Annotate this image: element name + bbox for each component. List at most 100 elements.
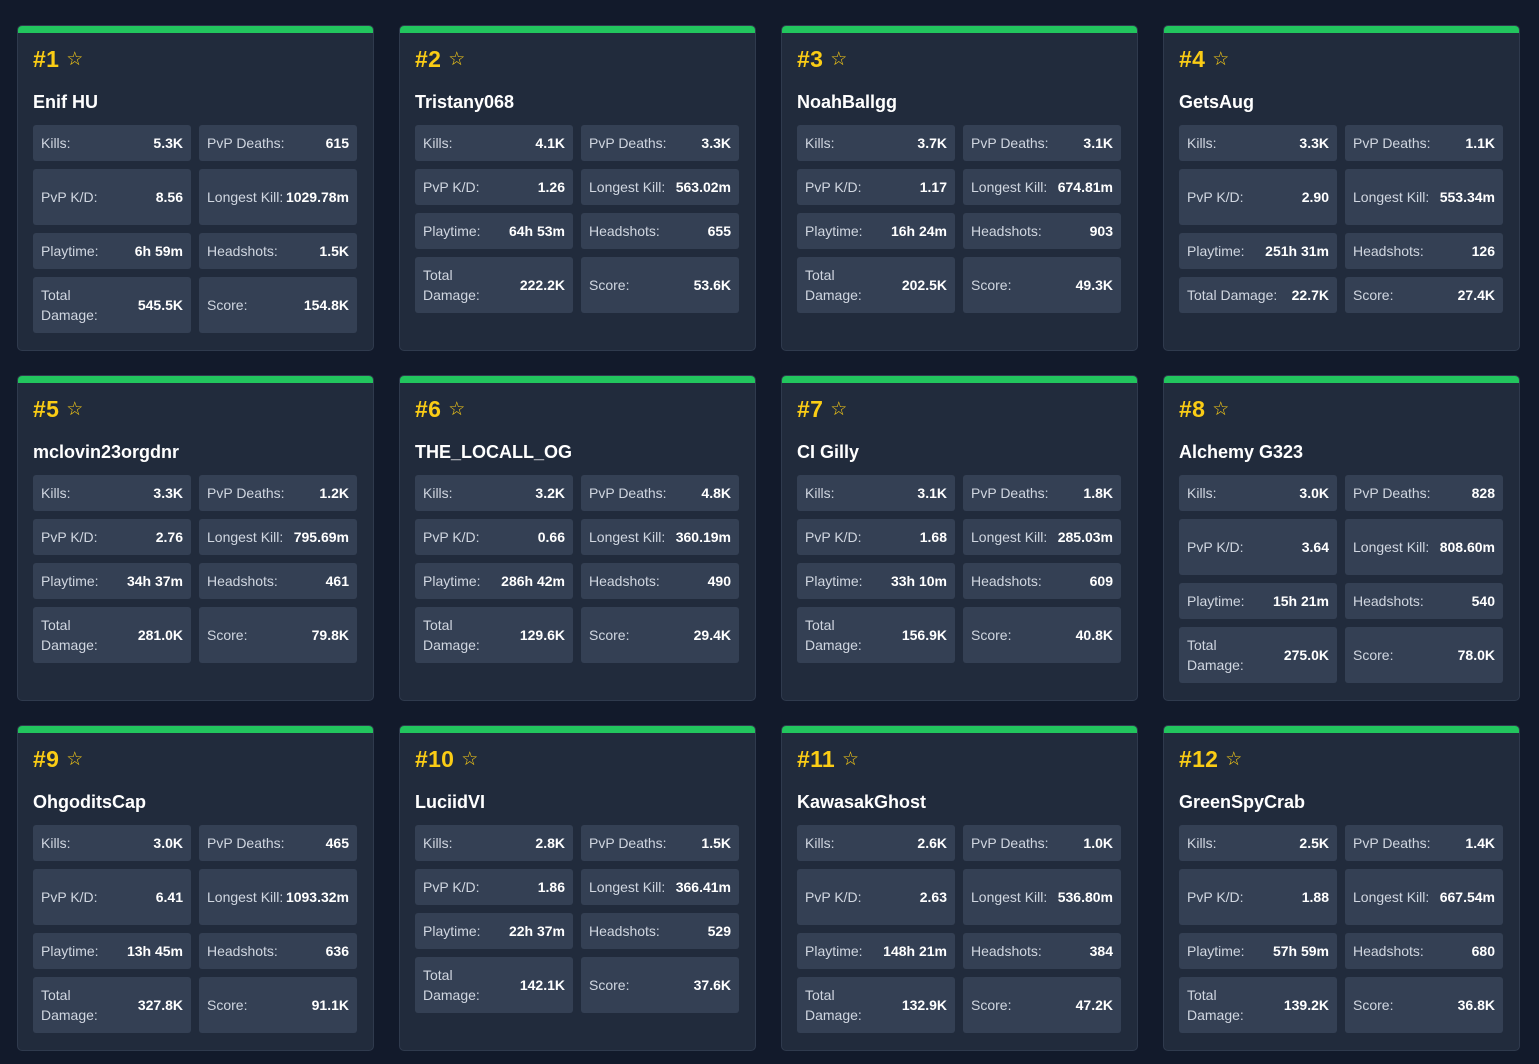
star-icon[interactable]: ☆	[1212, 50, 1229, 69]
player-card[interactable]: #6 ☆ THE_LOCALL_OG Kills: 3.2K PvP Deaths: 4.8…	[399, 375, 756, 701]
stat-value: 79.8K	[311, 627, 349, 643]
star-icon[interactable]: ☆	[1225, 750, 1242, 769]
stat-value: 47.2K	[1075, 997, 1113, 1013]
card-accent-bar	[782, 376, 1137, 383]
player-name: CI Gilly	[797, 442, 860, 462]
stat-longest-kill: Longest Kill: 674.81m	[963, 169, 1121, 205]
stat-total-damage: Total Damage: 139.2K	[1179, 977, 1337, 1033]
stat-value: 202.5K	[901, 277, 947, 293]
stat-value: 2.76	[155, 529, 183, 545]
stats-grid: Kills: 2.8K PvP Deaths: 1.5K PvP K/D: 1.86 Lon…	[415, 825, 739, 1013]
stat-longest-kill: Longest Kill: 285.03m	[963, 519, 1121, 555]
stat-label: PvP Deaths:	[971, 485, 1049, 501]
stat-label: PvP K/D:	[41, 189, 98, 205]
stat-label: PvP K/D:	[423, 179, 480, 195]
stat-headshots: Headshots: 126	[1345, 233, 1503, 269]
rank-row: #8 ☆	[1179, 394, 1229, 424]
star-icon[interactable]: ☆	[66, 750, 83, 769]
stat-headshots: Headshots: 903	[963, 213, 1121, 249]
stat-value: 655	[707, 223, 731, 239]
stat-kills: Kills: 3.3K	[33, 475, 191, 511]
stat-label: Longest Kill:	[207, 889, 284, 905]
rank-number: #7	[797, 395, 824, 422]
stat-score: Score: 154.8K	[199, 277, 357, 333]
stat-value: 1029.78m	[285, 189, 349, 205]
stat-label: Playtime:	[805, 573, 863, 589]
stat-score: Score: 79.8K	[199, 607, 357, 663]
stat-label: Longest Kill:	[589, 879, 666, 895]
stat-label: PvP K/D:	[1187, 539, 1244, 555]
stat-label: Kills:	[41, 135, 71, 151]
player-card[interactable]: #11 ☆ KawasakGhost Kills: 2.6K PvP Deaths: 1.0…	[781, 725, 1138, 1051]
stat-value: 3.1K	[1083, 135, 1113, 151]
stat-value: 222.2K	[519, 277, 565, 293]
stat-value: 6.41	[155, 889, 183, 905]
stat-pvp-kd: PvP K/D: 6.41	[33, 869, 191, 925]
stat-value: 36.8K	[1457, 997, 1495, 1013]
star-icon[interactable]: ☆	[830, 50, 847, 69]
rank-row: #1 ☆	[33, 44, 83, 74]
player-card[interactable]: #8 ☆ Alchemy G323 Kills: 3.0K PvP Deaths: 828 P…	[1163, 375, 1520, 701]
player-card[interactable]: #7 ☆ CI Gilly Kills: 3.1K PvP Deaths: 1.8K PvP …	[781, 375, 1138, 701]
star-icon[interactable]: ☆	[461, 750, 478, 769]
player-card[interactable]: #2 ☆ Tristany068 Kills: 4.1K PvP Deaths: 3.3K P…	[399, 25, 756, 351]
stat-kills: Kills: 3.0K	[33, 825, 191, 861]
stat-value: 1.26	[537, 179, 565, 195]
stat-value: 1.5K	[319, 243, 349, 259]
star-icon[interactable]: ☆	[66, 50, 83, 69]
stat-value: 2.90	[1301, 189, 1329, 205]
stat-label: Kills:	[41, 485, 71, 501]
stat-label: Score:	[1353, 647, 1394, 663]
stat-label: Playtime:	[805, 223, 863, 239]
stat-headshots: Headshots: 609	[963, 563, 1121, 599]
stat-label: Longest Kill:	[589, 529, 666, 545]
player-card[interactable]: #4 ☆ GetsAug Kills: 3.3K PvP Deaths: 1.1K PvP K…	[1163, 25, 1520, 351]
star-icon[interactable]: ☆	[448, 400, 465, 419]
stat-label: Kills:	[805, 835, 835, 851]
stat-value: 1.5K	[701, 835, 731, 851]
player-card[interactable]: #9 ☆ OhgoditsCap Kills: 3.0K PvP Deaths: 465 Pv…	[17, 725, 374, 1051]
star-icon[interactable]: ☆	[66, 400, 83, 419]
stat-kills: Kills: 3.3K	[1179, 125, 1337, 161]
stat-value: 3.3K	[153, 485, 183, 501]
stat-value: 126	[1471, 243, 1495, 259]
stat-headshots: Headshots: 680	[1345, 933, 1503, 969]
player-name: OhgoditsCap	[33, 792, 146, 812]
stat-value: 3.64	[1301, 539, 1329, 555]
star-icon[interactable]: ☆	[448, 50, 465, 69]
stat-value: 251h 31m	[1265, 243, 1329, 259]
star-icon[interactable]: ☆	[842, 750, 859, 769]
stat-label: Score:	[589, 977, 630, 993]
stat-value: 139.2K	[1283, 997, 1329, 1013]
stats-grid: Kills: 3.3K PvP Deaths: 1.1K PvP K/D: 2.90 Lon…	[1179, 125, 1503, 313]
stat-total-damage: Total Damage: 275.0K	[1179, 627, 1337, 683]
stat-total-damage: Total Damage: 129.6K	[415, 607, 573, 663]
stat-pvp-kd: PvP K/D: 3.64	[1179, 519, 1337, 575]
rank-number: #9	[33, 745, 60, 772]
star-icon[interactable]: ☆	[830, 400, 847, 419]
stat-headshots: Headshots: 490	[581, 563, 739, 599]
rank-row: #7 ☆	[797, 394, 847, 424]
player-card[interactable]: #1 ☆ Enif HU Kills: 5.3K PvP Deaths: 615 PvP K/…	[17, 25, 374, 351]
stat-value: 536.80m	[1057, 889, 1113, 905]
stat-label: Kills:	[805, 135, 835, 151]
stat-label: PvP Deaths:	[1353, 135, 1431, 151]
card-accent-bar	[782, 726, 1137, 733]
player-card[interactable]: #12 ☆ GreenSpyCrab Kills: 2.5K PvP Deaths: 1.4…	[1163, 725, 1520, 1051]
stat-score: Score: 37.6K	[581, 957, 739, 1013]
stat-value: 3.2K	[535, 485, 565, 501]
player-card[interactable]: #10 ☆ LuciidVI Kills: 2.8K PvP Deaths: 1.5K PvP…	[399, 725, 756, 1051]
stat-label: Total Damage:	[41, 287, 98, 323]
player-card[interactable]: #3 ☆ NoahBallgg Kills: 3.7K PvP Deaths: 3.1K Pv…	[781, 25, 1138, 351]
stat-score: Score: 27.4K	[1345, 277, 1503, 313]
stat-pvp-deaths: PvP Deaths: 3.1K	[963, 125, 1121, 161]
star-icon[interactable]: ☆	[1212, 400, 1229, 419]
stat-value: 29.4K	[693, 627, 731, 643]
stat-value: 903	[1089, 223, 1113, 239]
player-card[interactable]: #5 ☆ mclovin23orgdnr Kills: 3.3K PvP Deaths: 1…	[17, 375, 374, 701]
stat-total-damage: Total Damage: 327.8K	[33, 977, 191, 1033]
stat-value: 3.0K	[1299, 485, 1329, 501]
stat-label: PvP K/D:	[805, 179, 862, 195]
stat-score: Score: 78.0K	[1345, 627, 1503, 683]
stat-label: Playtime:	[41, 243, 99, 259]
